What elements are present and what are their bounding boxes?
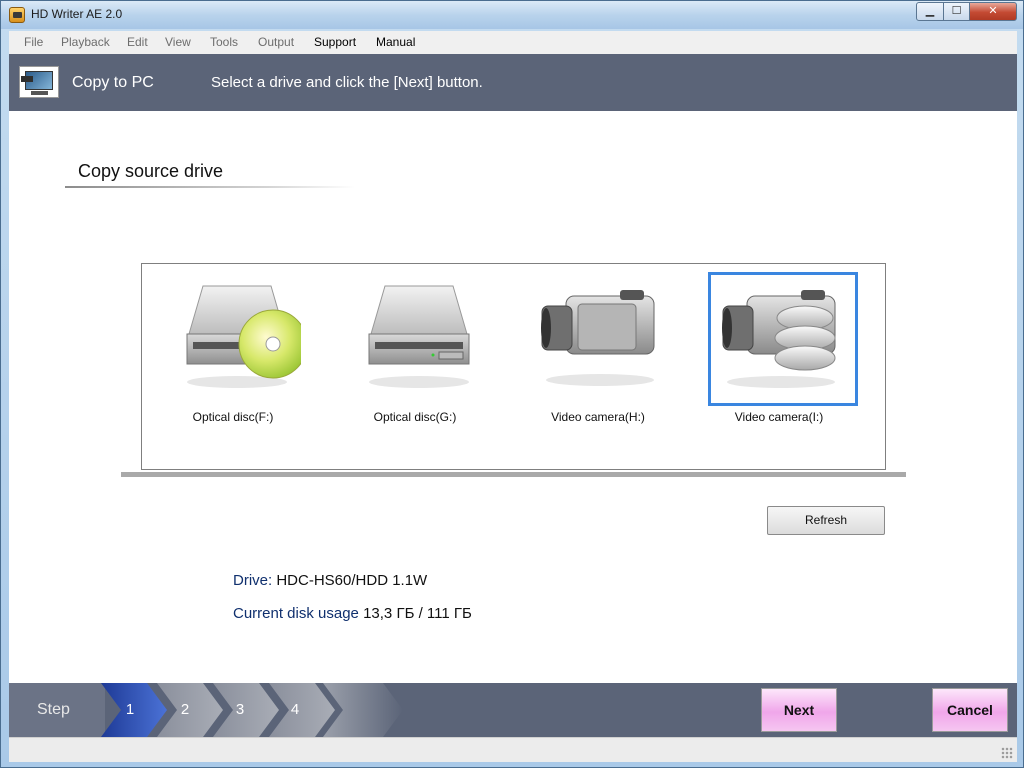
refresh-button[interactable]: Refresh: [767, 506, 885, 535]
menu-bar: File Playback Edit View Tools Output Sup…: [9, 31, 1017, 54]
drive-list: Optical disc(F:) Optical disc(G:) Video …: [141, 263, 886, 470]
menu-output[interactable]: Output: [258, 35, 294, 49]
menu-playback[interactable]: Playback: [61, 35, 110, 49]
resize-grip-icon[interactable]: [1001, 747, 1013, 759]
video-camera-with-discs-icon: [722, 290, 836, 388]
drive-item-optical-g[interactable]: Optical disc(G:): [340, 272, 490, 432]
window-title: HD Writer AE 2.0: [31, 7, 123, 21]
optical-drive-icon: [368, 285, 470, 388]
panel-scrollbar[interactable]: [121, 472, 906, 477]
main-content: Copy source drive Optical disc(F:) Optic…: [9, 111, 1017, 683]
step-label: Step: [9, 683, 105, 737]
section-title: Copy source drive: [78, 161, 224, 181]
menu-view[interactable]: View: [165, 35, 191, 49]
drive-label: Video camera(H:): [551, 410, 645, 424]
page-title: Copy to PC: [72, 74, 154, 91]
drive-item-camera-i[interactable]: Video camera(I:): [704, 272, 858, 432]
disk-usage-value: 13,3 ГБ / 111 ГБ: [363, 605, 472, 622]
step-3: 3: [235, 701, 245, 718]
cancel-button[interactable]: Cancel: [932, 688, 1008, 732]
section-divider: [65, 186, 355, 188]
optical-drive-with-disc-icon: [186, 285, 301, 388]
video-camera-icon: [541, 290, 655, 386]
close-button[interactable]: ✕: [969, 2, 1017, 21]
drive-label: Optical disc(G:): [373, 410, 457, 424]
menu-manual[interactable]: Manual: [376, 35, 415, 49]
disk-usage-info: Current disk usage 13,3 ГБ / 111 ГБ: [233, 605, 472, 622]
menu-file[interactable]: File: [24, 35, 43, 49]
disk-usage-label: Current disk usage: [233, 605, 359, 622]
app-window: HD Writer AE 2.0 ▁ ☐ ✕ File Playback Edi…: [0, 0, 1024, 768]
drive-info-value: HDC-HS60/HDD 1.1W: [276, 572, 428, 589]
step-2: 2: [180, 701, 190, 718]
maximize-button[interactable]: ☐: [943, 2, 970, 21]
step-4: 4: [290, 701, 300, 718]
step-1: 1: [125, 701, 135, 718]
status-bar: [9, 737, 1017, 762]
app-icon: [9, 7, 25, 23]
wizard-footer: Step 1 2 3 4 Next Cancel: [9, 683, 1017, 737]
drive-item-optical-f[interactable]: Optical disc(F:): [158, 272, 308, 432]
page-instruction: Select a drive and click the [Next] butt…: [211, 74, 483, 91]
title-bar[interactable]: HD Writer AE 2.0 ▁ ☐ ✕: [1, 1, 1023, 29]
drive-info-label: Drive:: [233, 572, 273, 589]
drive-label: Video camera(I:): [734, 410, 824, 424]
drive-label: Optical disc(F:): [192, 410, 274, 424]
next-button[interactable]: Next: [761, 688, 837, 732]
menu-edit[interactable]: Edit: [127, 35, 148, 49]
drive-info: Drive: HDC-HS60/HDD 1.1W: [233, 572, 427, 589]
menu-support[interactable]: Support: [314, 35, 356, 49]
copy-to-pc-icon: [19, 66, 59, 98]
menu-tools[interactable]: Tools: [210, 35, 238, 49]
minimize-button[interactable]: ▁: [916, 2, 944, 21]
page-header: Copy to PC Select a drive and click the …: [9, 54, 1017, 111]
drive-item-camera-h[interactable]: Video camera(H:): [523, 272, 673, 432]
